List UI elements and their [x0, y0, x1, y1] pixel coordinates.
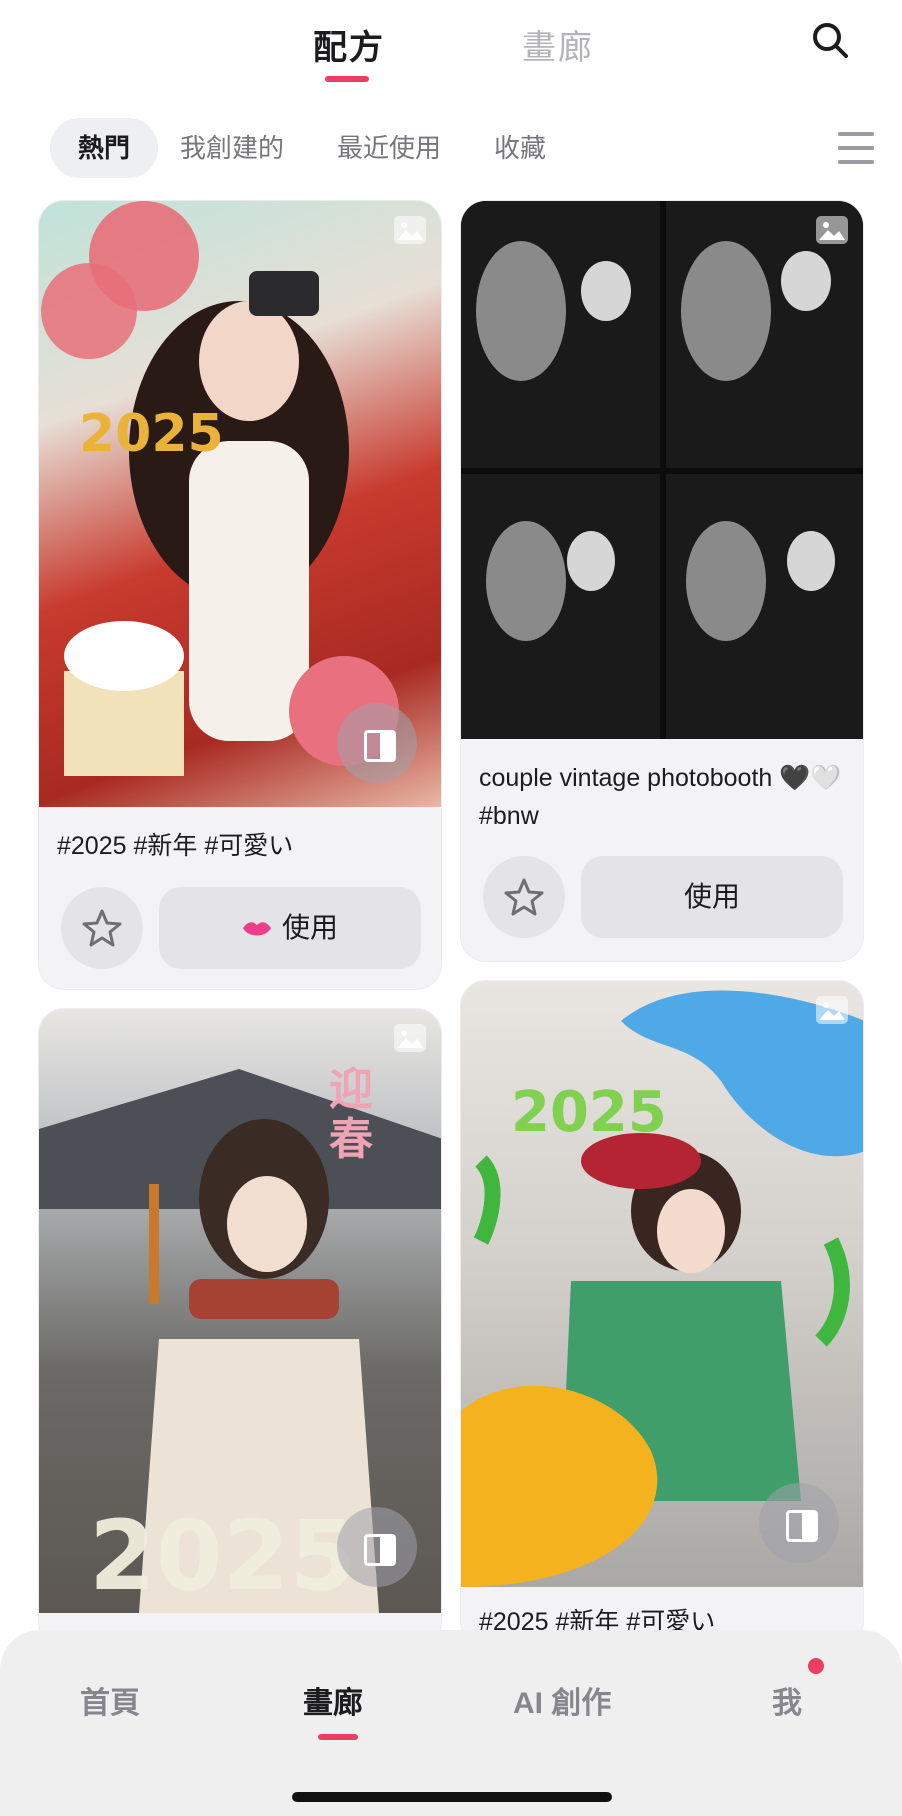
svg-text:2025: 2025	[89, 1500, 356, 1612]
nav-item-home[interactable]: 首頁	[80, 1678, 140, 1722]
chip-recently-used[interactable]: 最近使用	[337, 118, 441, 178]
use-label: 使用	[281, 912, 338, 943]
recipe-card[interactable]: 2025 迎 春	[38, 1008, 442, 1648]
lips-icon	[242, 921, 271, 936]
nav-item-ai-create[interactable]: AI 創作	[513, 1678, 611, 1722]
recipe-preview-image: 2025	[39, 201, 441, 807]
compare-button[interactable]	[337, 703, 417, 783]
tab-gallery[interactable]: 畫廊	[522, 20, 594, 69]
recipe-preview-image	[461, 201, 863, 739]
nav-item-me[interactable]: 我	[772, 1678, 802, 1722]
notification-dot	[808, 1658, 824, 1674]
chip-created-by-me[interactable]: 我創建的	[180, 118, 284, 178]
chip-favorites[interactable]: 收藏	[494, 118, 546, 178]
recipe-preview-image: 2025	[461, 981, 863, 1587]
bottom-nav: 首頁 畫廊 AI 創作 我	[0, 1630, 902, 1816]
recipe-preview-image: 2025 迎 春	[39, 1009, 441, 1613]
svg-text:2025: 2025	[79, 404, 224, 464]
recipe-card[interactable]: 2025 #2025 #新年 #可愛い 使用	[38, 200, 442, 990]
compare-button[interactable]	[759, 1483, 839, 1563]
compare-button[interactable]	[337, 1507, 417, 1587]
star-icon	[82, 909, 122, 947]
svg-text:春: 春	[329, 1114, 373, 1165]
use-button[interactable]: 使用	[159, 887, 421, 969]
image-type-icon	[816, 216, 848, 244]
filter-bar: 熱門 我創建的 最近使用 收藏	[50, 118, 902, 178]
chip-popular[interactable]: 熱門	[50, 118, 159, 178]
recipe-caption: couple vintage photobooth 🖤🤍 #bnw	[479, 764, 842, 830]
tab-recipes[interactable]: 配方	[313, 20, 385, 69]
image-type-icon	[394, 1024, 426, 1052]
svg-text:迎: 迎	[329, 1064, 373, 1115]
image-type-icon	[394, 216, 426, 244]
nav-item-gallery[interactable]: 畫廊	[303, 1678, 363, 1722]
recipe-card[interactable]: 2025 #2025 #新年 #可愛い	[460, 980, 864, 1648]
home-indicator	[292, 1792, 612, 1802]
nav-active-indicator	[318, 1734, 358, 1740]
recipe-caption: #2025 #新年 #可愛い	[57, 832, 294, 860]
favorite-button[interactable]	[61, 887, 143, 969]
star-icon	[504, 878, 544, 916]
active-tab-indicator	[325, 76, 369, 82]
favorite-button[interactable]	[483, 856, 565, 938]
recipe-card[interactable]: couple vintage photobooth 🖤🤍 #bnw 使用	[460, 200, 864, 962]
menu-icon[interactable]	[838, 132, 874, 166]
use-button[interactable]: 使用	[581, 856, 843, 938]
image-type-icon	[816, 996, 848, 1024]
search-icon[interactable]	[808, 18, 852, 62]
top-header: 配方 畫廊	[0, 0, 902, 100]
